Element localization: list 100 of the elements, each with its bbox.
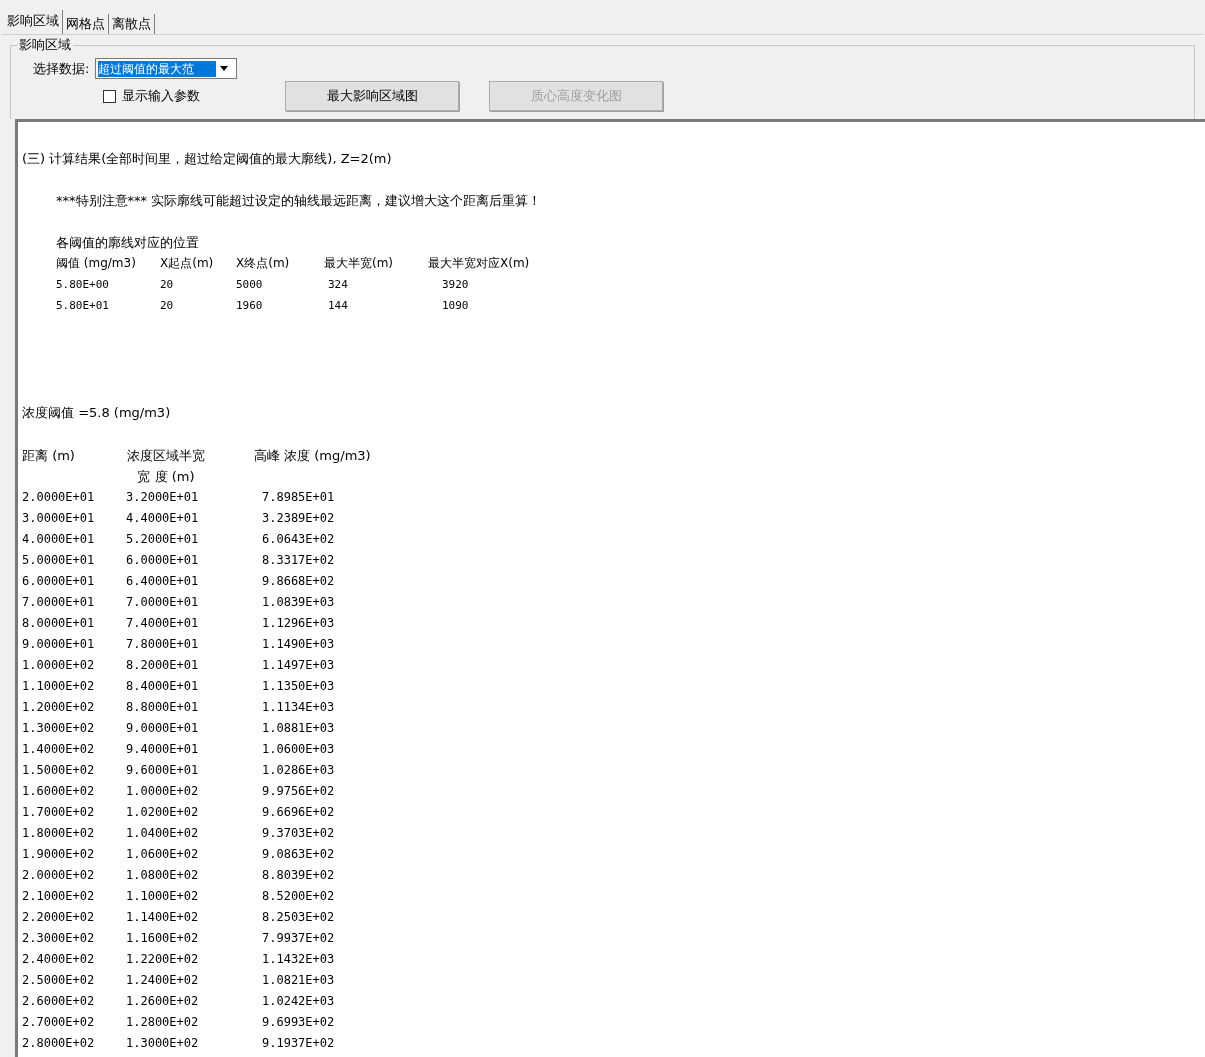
table-cell-text: 9.3703E+02 [261,825,336,842]
result-heading: (三) 计算结果(全部时间里，超过给定阈值的最大廓线), Z=2(m) [22,150,393,168]
table-cell-text: 8.2000E+01 [126,657,200,674]
table-cell-text: 1.1350E+03 [261,678,336,695]
table-cell-text: 1.0000E+02 [22,657,96,674]
table-cell-text: 8.0000E+01 [22,615,96,632]
table-cell-text: 8.4000E+01 [126,678,200,695]
checkbox[interactable] [103,89,116,103]
tab[interactable]: 影响区域 [4,10,63,34]
table-cell-text: 1.1497E+03 [261,657,336,674]
table-cell-text: 7.9937E+02 [261,930,336,947]
checkbox-label: 显示输入参数 [122,87,200,106]
table-cell-text: 1.9000E+02 [22,846,96,863]
table-cell-text: 20 [160,298,175,314]
table-cell-text: 7.8000E+01 [126,636,200,653]
table-cell-text: 7.0000E+01 [126,594,200,611]
table-cell-text: 2.5000E+02 [22,972,96,989]
table-cell-text: 9.6696E+02 [261,804,336,821]
column-header: 阈值 (mg/m3) [56,255,137,272]
table-cell-text: 5.0000E+01 [22,552,96,569]
table-cell-text: 2.3000E+02 [22,930,96,947]
table-cell-text: 9.4000E+01 [126,741,200,758]
table-cell-text: 7.4000E+01 [126,615,200,632]
table-cell-text: 5000 [236,277,264,293]
table-cell-text: 8.2503E+02 [261,909,336,926]
tab[interactable]: 离散点 [109,14,155,34]
table-cell-text: 1.8000E+02 [22,825,96,842]
table-cell-text: 1.1134E+03 [261,699,336,716]
table-cell-text: 1.0839E+03 [261,594,336,611]
table-cell-text: 9.8668E+02 [261,573,336,590]
table-cell-text: 1.5000E+02 [22,762,96,779]
table-cell-text: 1.0600E+03 [261,741,336,758]
table-cell-text: 1.1000E+02 [22,678,96,695]
tab[interactable]: 网格点 [63,14,109,34]
table-cell-text: 1.1296E+03 [261,615,336,632]
table-cell-text: 5.80E+00 [56,277,110,293]
column-header: 最大半宽对应X(m) [428,255,531,272]
table-cell-text: 9.6993E+02 [261,1014,336,1031]
table-cell-text: 1.7000E+02 [22,804,96,821]
column-header: 高峰 浓度 (mg/m3) [254,447,372,465]
table-cell-text: 3.2000E+01 [126,489,200,506]
table-cell-text: 1.0286E+03 [261,762,336,779]
column-header: X终点(m) [236,255,291,272]
table-cell-text: 1.0881E+03 [261,720,336,737]
table-cell-text: 1.2600E+02 [126,993,200,1010]
table-cell-text: 3.2389E+02 [261,510,336,527]
table-cell-text: 144 [327,298,349,314]
table-cell-text: 1.0800E+02 [126,867,200,884]
table-cell-text: 1960 [236,298,264,314]
table-cell-text: 1.4000E+02 [22,741,96,758]
table-cell-text: 1.0600E+02 [126,846,200,863]
table-cell-text: 2.0000E+02 [22,867,96,884]
table-cell-text: 7.8985E+01 [261,489,336,506]
table-cell-text: 6.0643E+02 [261,531,336,548]
table-cell-text: 8.3317E+02 [261,552,336,569]
table-cell-text: 9.1937E+02 [261,1035,336,1052]
table-cell-text: 6.0000E+01 [126,552,200,569]
table-cell-text: 9.6000E+01 [126,762,200,779]
table-cell-text: 2.1000E+02 [22,888,96,905]
table-cell-text: 2.4000E+02 [22,951,96,968]
table-cell-text: 1.2200E+02 [126,951,200,968]
table-cell-text: 1.0821E+03 [261,972,336,989]
table-cell-text: 1.1000E+02 [126,888,200,905]
table-cell-text: 1.3000E+02 [22,720,96,737]
table-cell-text: 324 [327,277,349,293]
group-title: 影响区域 [17,37,73,53]
data-select[interactable]: 超过阈值的最大范 [95,58,238,79]
warning-note: ***特别注意*** 实际廓线可能超过设定的轴线最远距离，建议增大这个距离后重算！ [56,192,543,210]
column-header: 最大半宽(m) [324,255,395,272]
table-cell-text: 4.4000E+01 [126,510,200,527]
table-cell-text: 1.2800E+02 [126,1014,200,1031]
table-cell-text: 9.0000E+01 [126,720,200,737]
column-header: X起点(m) [160,255,215,272]
table-cell-text: 1.3000E+02 [126,1035,200,1052]
table-cell-text: 6.4000E+01 [126,573,200,590]
table-cell-text: 2.2000E+02 [22,909,96,926]
table-cell-text: 2.6000E+02 [22,993,96,1010]
table-cell-text: 9.0000E+01 [22,636,96,653]
table-cell-text: 1.6000E+02 [22,783,96,800]
table-cell-text: 8.8039E+02 [261,867,336,884]
table-cell-text: 8.5200E+02 [261,888,336,905]
table-cell-text: 7.0000E+01 [22,594,96,611]
dropdown-arrow-icon [220,66,229,71]
table-cell-text: 3920 [441,277,470,293]
table-cell-text: 2.8000E+02 [22,1035,96,1052]
table-cell-text: 1090 [441,298,470,314]
column-header: 距离 (m) [22,447,76,465]
table-cell-text: 1.1432E+03 [261,951,336,968]
table-cell-text: 3.0000E+01 [22,510,96,527]
table-cell-text: 9.9756E+02 [261,783,336,800]
table-cell-text: 6.0000E+01 [22,573,96,590]
table-cell-text: 1.2400E+02 [126,972,200,989]
select-label: 选择数据: [33,59,90,78]
table-title: 各阈值的廓线对应的位置 [56,234,200,252]
chart-button[interactable]: 最大影响区域图 [285,81,459,111]
table-cell-text: 8.8000E+01 [126,699,200,716]
table-cell-text: 1.2000E+02 [22,699,96,716]
table-cell-text: 1.0400E+02 [126,825,200,842]
threshold-label: 浓度阈值 =5.8 (mg/m3) [22,404,172,422]
table-cell-text: 5.80E+01 [56,298,110,314]
